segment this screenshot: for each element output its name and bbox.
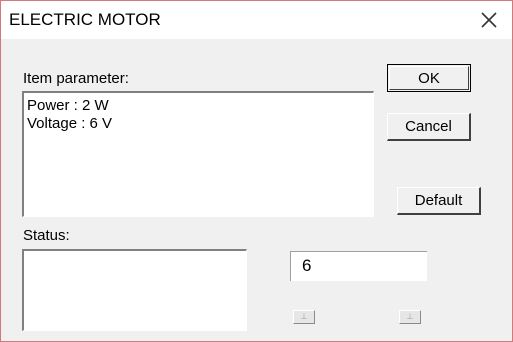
spinner-right-glyph: ⊥: [406, 312, 414, 321]
value-field[interactable]: 6: [290, 251, 427, 281]
spinner-left-glyph: ⊥: [300, 312, 308, 321]
parameter-voltage: Voltage : 6 V: [27, 115, 113, 132]
spinner-left-button[interactable]: ⊥: [293, 310, 315, 324]
status-box: [22, 249, 247, 331]
parameter-power: Power : 2 W: [27, 97, 109, 114]
dialog-window: ELECTRIC MOTOR Item parameter: Power : 2…: [0, 0, 513, 342]
cancel-button-label: Cancel: [405, 118, 452, 135]
title-bar: ELECTRIC MOTOR: [1, 1, 512, 39]
status-label: Status:: [23, 227, 70, 244]
spinner-right-button[interactable]: ⊥: [399, 310, 421, 324]
item-parameter-label: Item parameter:: [23, 70, 129, 87]
default-button[interactable]: Default: [397, 187, 481, 215]
ok-button[interactable]: OK: [387, 64, 471, 92]
window-title: ELECTRIC MOTOR: [9, 10, 161, 29]
default-button-label: Default: [414, 192, 463, 209]
item-parameter-list[interactable]: Power : 2 W Voltage : 6 V: [22, 91, 374, 217]
ok-button-label: OK: [418, 69, 440, 87]
close-icon[interactable]: [476, 7, 502, 33]
cancel-button[interactable]: Cancel: [387, 113, 471, 141]
